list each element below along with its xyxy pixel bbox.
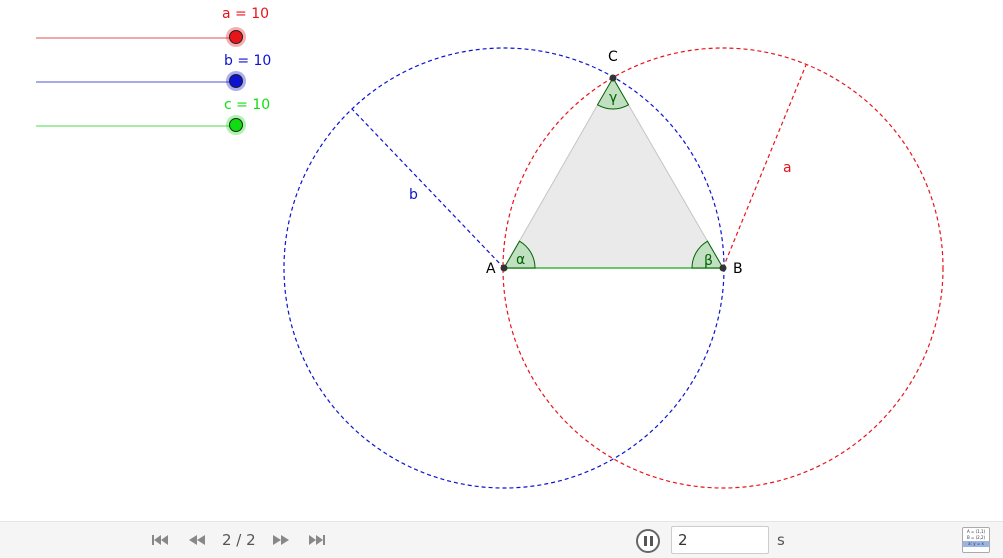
point-A-label: A (486, 261, 496, 277)
slider-c[interactable] (36, 115, 246, 135)
skip-first-icon[interactable] (149, 530, 171, 550)
algebra-view-icon[interactable]: A = (1,1) B = (2,2) a: y = x (962, 527, 990, 553)
pause-button[interactable] (636, 529, 660, 553)
radius-a[interactable] (722, 64, 807, 269)
speed-input[interactable] (671, 526, 769, 554)
slider-c-label: c = 10 (224, 97, 271, 113)
construction-canvas[interactable]: α β γ b a A B C (0, 0, 1003, 521)
slider-b-label: b = 10 (224, 53, 272, 69)
side-b-label: b (409, 187, 418, 203)
playback-toolbar: 2 / 2 s A = (1,1) B = (2,2) a: y = x (0, 521, 1003, 558)
slider-c-knob[interactable] (229, 118, 243, 132)
slider-a[interactable] (36, 27, 246, 47)
rewind-icon[interactable] (186, 530, 208, 550)
skip-last-icon[interactable] (306, 530, 328, 550)
side-a-label: a (783, 160, 792, 176)
pause-icon-bar (649, 536, 653, 546)
fast-forward-icon[interactable] (270, 530, 292, 550)
point-C-label: C (608, 49, 618, 65)
slider-a-knob[interactable] (229, 30, 243, 44)
page-counter: 2 / 2 (222, 531, 256, 549)
angle-alpha-label: α (516, 252, 525, 268)
algebra-line: a: y = x (963, 541, 989, 547)
radius-b[interactable] (351, 108, 505, 269)
pause-icon-bar (643, 536, 647, 546)
point-C[interactable] (609, 74, 617, 82)
point-A[interactable] (500, 264, 508, 272)
point-B-label: B (733, 261, 743, 277)
angle-gamma-label: γ (609, 90, 617, 106)
slider-b[interactable] (36, 71, 246, 91)
unit-label: s (777, 531, 785, 549)
slider-a-label: a = 10 (222, 6, 270, 22)
point-B[interactable] (719, 264, 727, 272)
slider-b-knob[interactable] (229, 74, 243, 88)
angle-beta-label: β (704, 253, 713, 269)
